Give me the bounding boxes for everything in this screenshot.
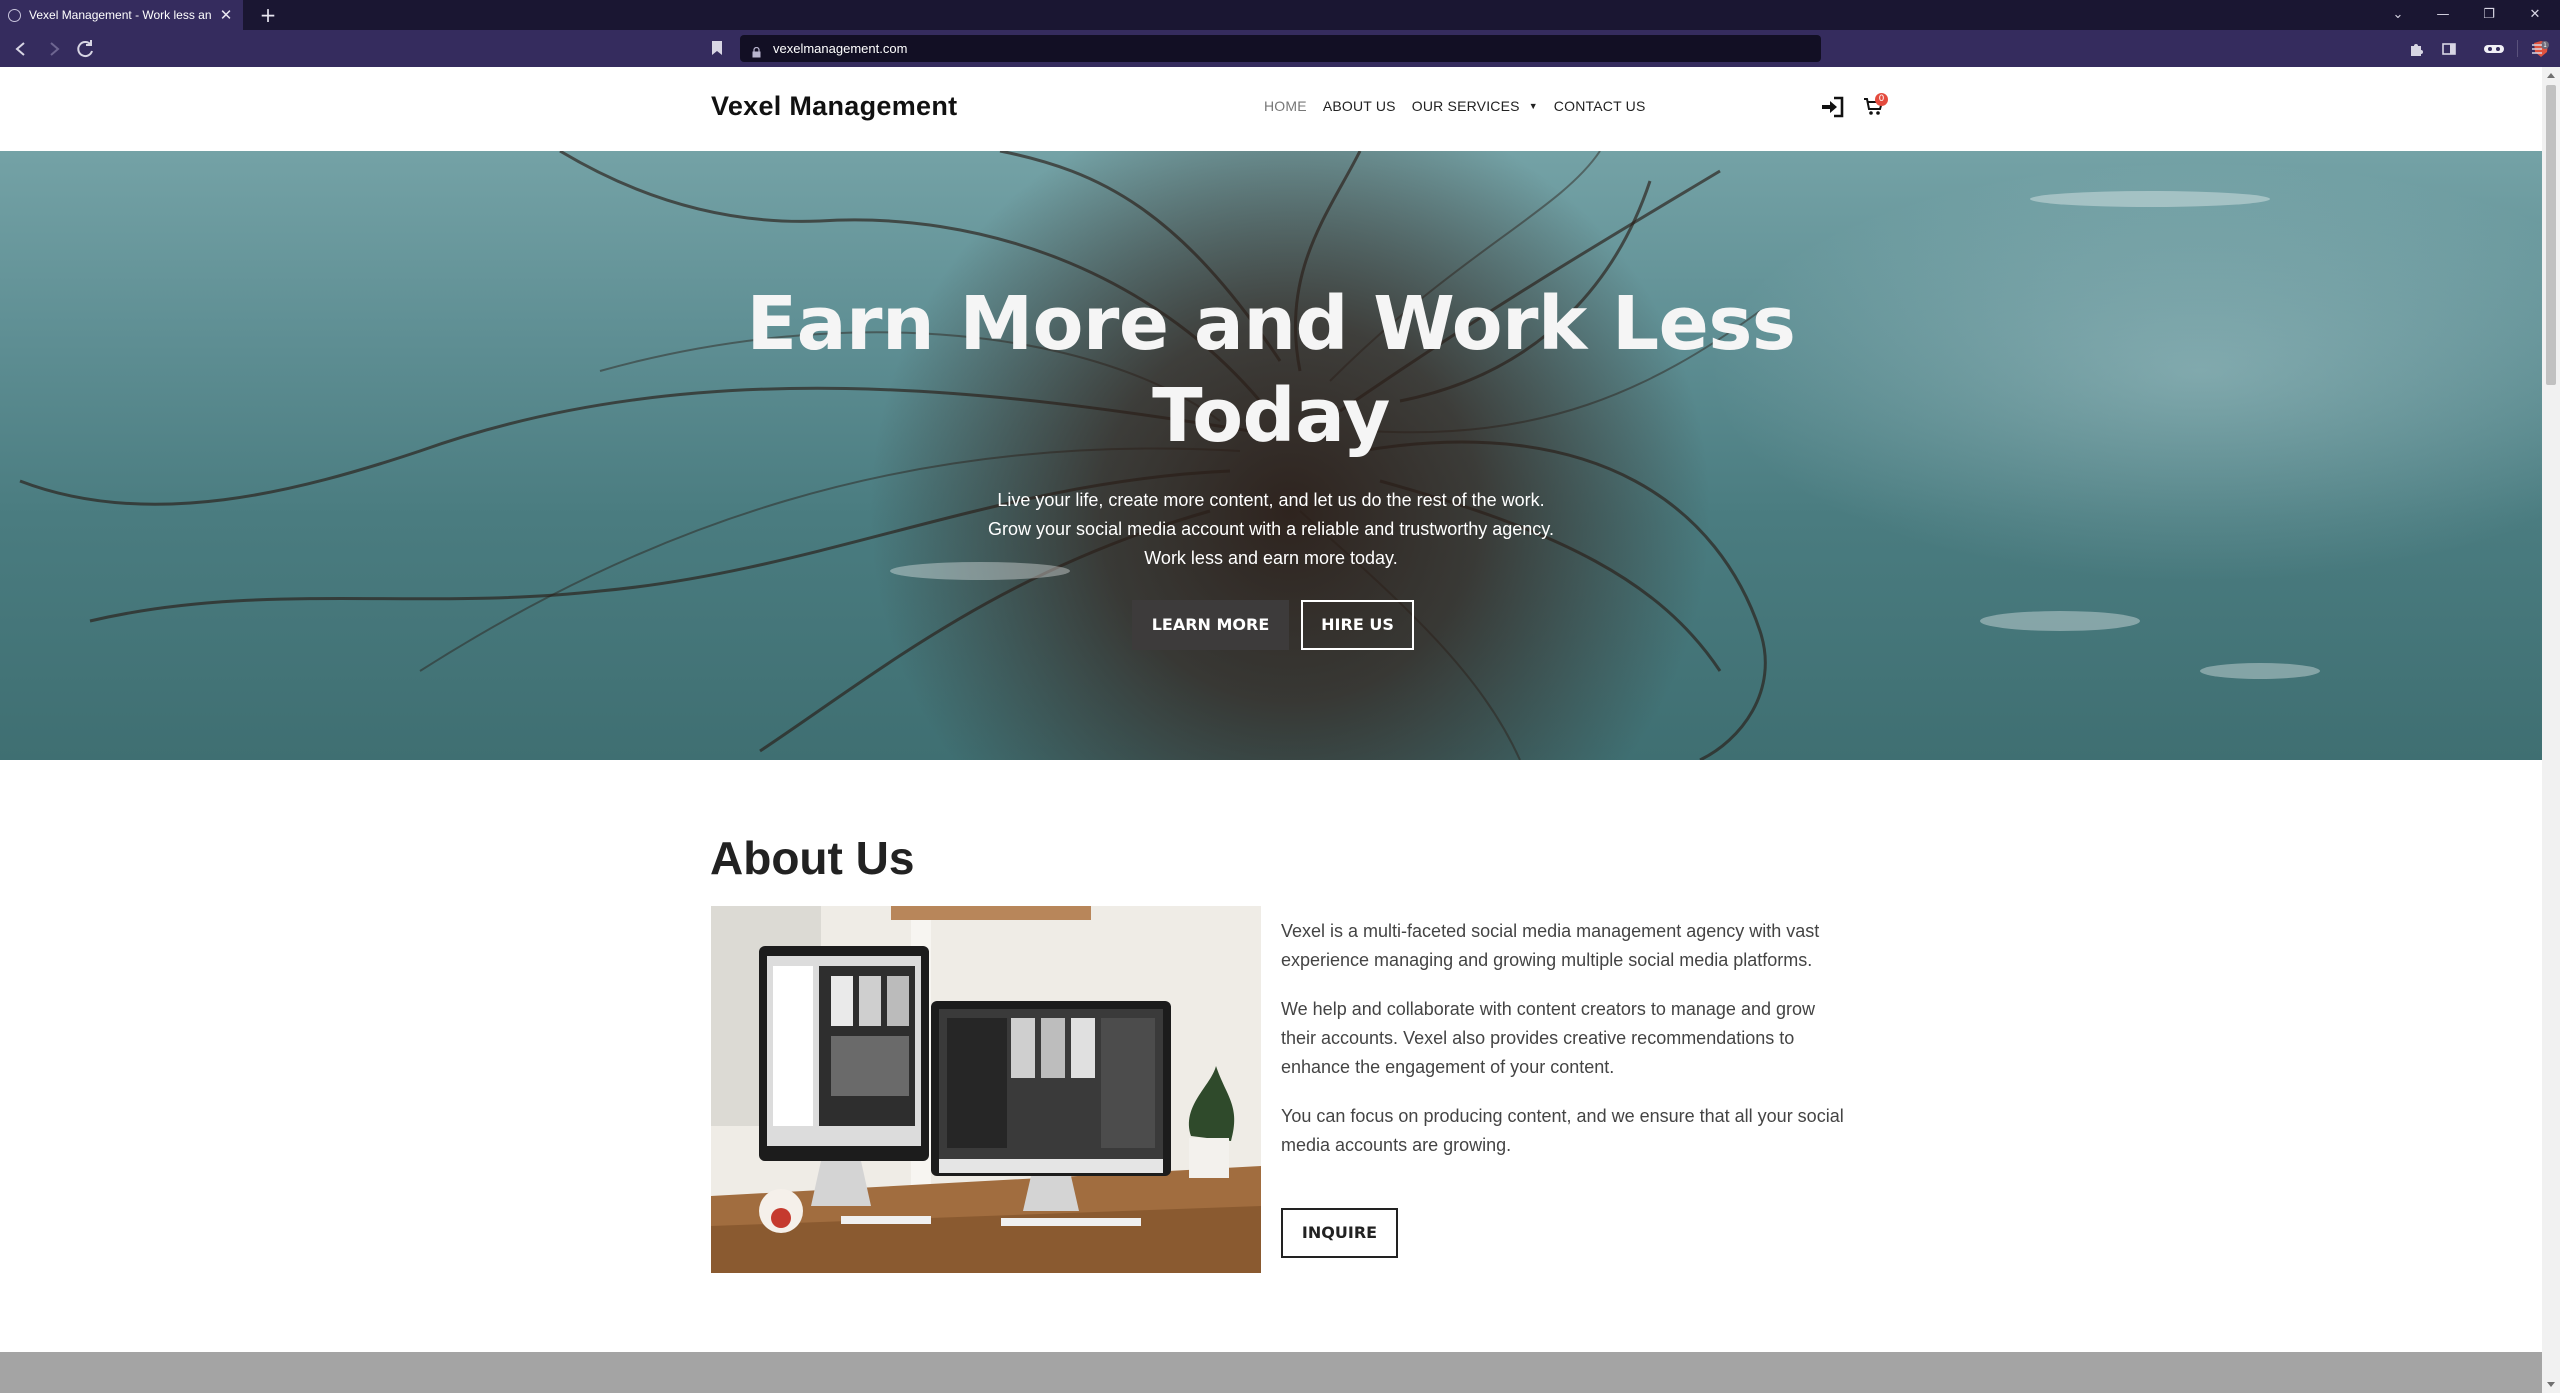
tab-title: Vexel Management - Work less an: [29, 8, 212, 22]
about-text: Vexel is a multi-faceted social media ma…: [1281, 917, 1851, 1180]
address-bar[interactable]: vexelmanagement.com 1: [740, 35, 2549, 62]
hero-subtitle: Live your life, create more content, and…: [0, 486, 2542, 573]
lock-icon[interactable]: [752, 43, 761, 58]
about-paragraph-1: Vexel is a multi-faceted social media ma…: [1281, 921, 1820, 970]
nav-home[interactable]: HOME: [1264, 98, 1307, 114]
menu-icon[interactable]: [2525, 37, 2549, 61]
desk-monitors-image: [711, 906, 1261, 1273]
nav-about-us[interactable]: ABOUT US: [1323, 98, 1396, 114]
next-section-strip: [0, 1352, 2542, 1393]
page-scrollbar[interactable]: [2542, 67, 2560, 1393]
about-paragraph-3: You can focus on producing content, and …: [1281, 1106, 1844, 1155]
browser-toolbar: vexelmanagement.com 1: [0, 30, 2560, 67]
hero-section: Earn More and Work Less Today Live your …: [0, 151, 2542, 760]
nav-our-services[interactable]: OUR SERVICES ▼: [1412, 98, 1538, 114]
scroll-down-arrow-icon[interactable]: [2547, 1382, 2555, 1387]
back-button[interactable]: [9, 37, 33, 61]
hero-subtitle-line1: Live your life, create more content, and…: [997, 490, 1545, 510]
new-tab-button[interactable]: +: [256, 3, 280, 27]
reload-button[interactable]: [74, 37, 98, 61]
forward-button[interactable]: [42, 37, 66, 61]
sidebar-icon[interactable]: [2437, 37, 2461, 61]
about-image: [711, 906, 1261, 1273]
about-title: About Us: [710, 832, 915, 884]
inquire-button[interactable]: INQUIRE: [1281, 1208, 1398, 1258]
tab-search-icon[interactable]: ⌄: [2383, 3, 2413, 27]
hero-subtitle-line2: Grow your social media account with a re…: [988, 519, 1554, 539]
main-nav: HOME ABOUT US OUR SERVICES ▼ CONTACT US: [1264, 98, 1662, 114]
site-header: Vexel Management HOME ABOUT US OUR SERVI…: [0, 67, 2542, 151]
close-tab-icon[interactable]: ✕: [217, 6, 235, 24]
browser-tab[interactable]: Vexel Management - Work less an ✕: [0, 0, 243, 30]
hero-title-line1: Earn More and Work Less: [746, 281, 1796, 367]
about-paragraph-2: We help and collaborate with content cre…: [1281, 999, 1815, 1077]
extensions-icon[interactable]: [2404, 37, 2428, 61]
caret-down-icon: ▼: [1528, 101, 1538, 111]
login-icon[interactable]: [1820, 95, 1846, 119]
bookmark-icon[interactable]: [708, 38, 726, 58]
hire-us-button[interactable]: HIRE US: [1301, 600, 1414, 650]
cart-count-badge: 0: [1875, 93, 1888, 106]
globe-icon: [8, 8, 21, 22]
browser-tab-bar: Vexel Management - Work less an ✕ + ⌄ — …: [0, 0, 2560, 30]
close-window-button[interactable]: ✕: [2520, 3, 2550, 27]
url-text: vexelmanagement.com: [773, 41, 908, 56]
wallet-icon[interactable]: [2481, 37, 2507, 61]
scroll-up-arrow-icon[interactable]: [2547, 73, 2555, 78]
hero-title-line2: Today: [1152, 373, 1390, 459]
minimize-button[interactable]: —: [2428, 3, 2458, 27]
hero-subtitle-line3: Work less and earn more today.: [1144, 548, 1398, 568]
site-logo[interactable]: Vexel Management: [711, 91, 957, 122]
learn-more-button[interactable]: LEARN MORE: [1132, 600, 1289, 650]
nav-our-services-label: OUR SERVICES: [1411, 98, 1520, 114]
nav-contact-us[interactable]: CONTACT US: [1554, 98, 1646, 114]
restore-button[interactable]: ❐: [2474, 3, 2504, 27]
url-divider: [2517, 40, 2518, 57]
scroll-thumb[interactable]: [2546, 85, 2556, 385]
hero-title: Earn More and Work Less Today: [0, 278, 2542, 462]
